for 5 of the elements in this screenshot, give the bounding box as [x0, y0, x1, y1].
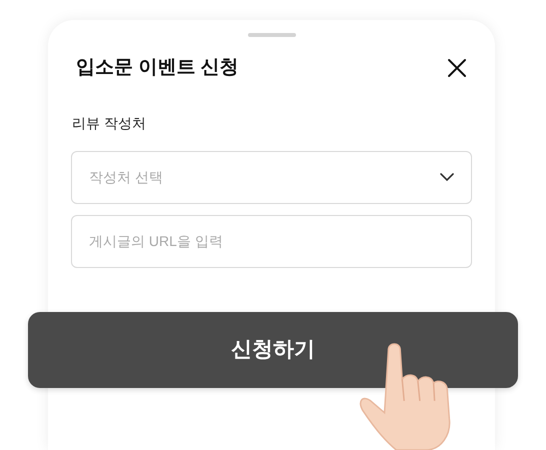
- select-placeholder: 작성처 선택: [89, 168, 163, 186]
- submit-button[interactable]: 신청하기: [28, 312, 518, 388]
- sheet-title: 입소문 이벤트 신청: [76, 56, 239, 80]
- field-label: 리뷰 작성처: [71, 114, 147, 132]
- url-input[interactable]: 게시글의 URL을 입력: [71, 214, 472, 268]
